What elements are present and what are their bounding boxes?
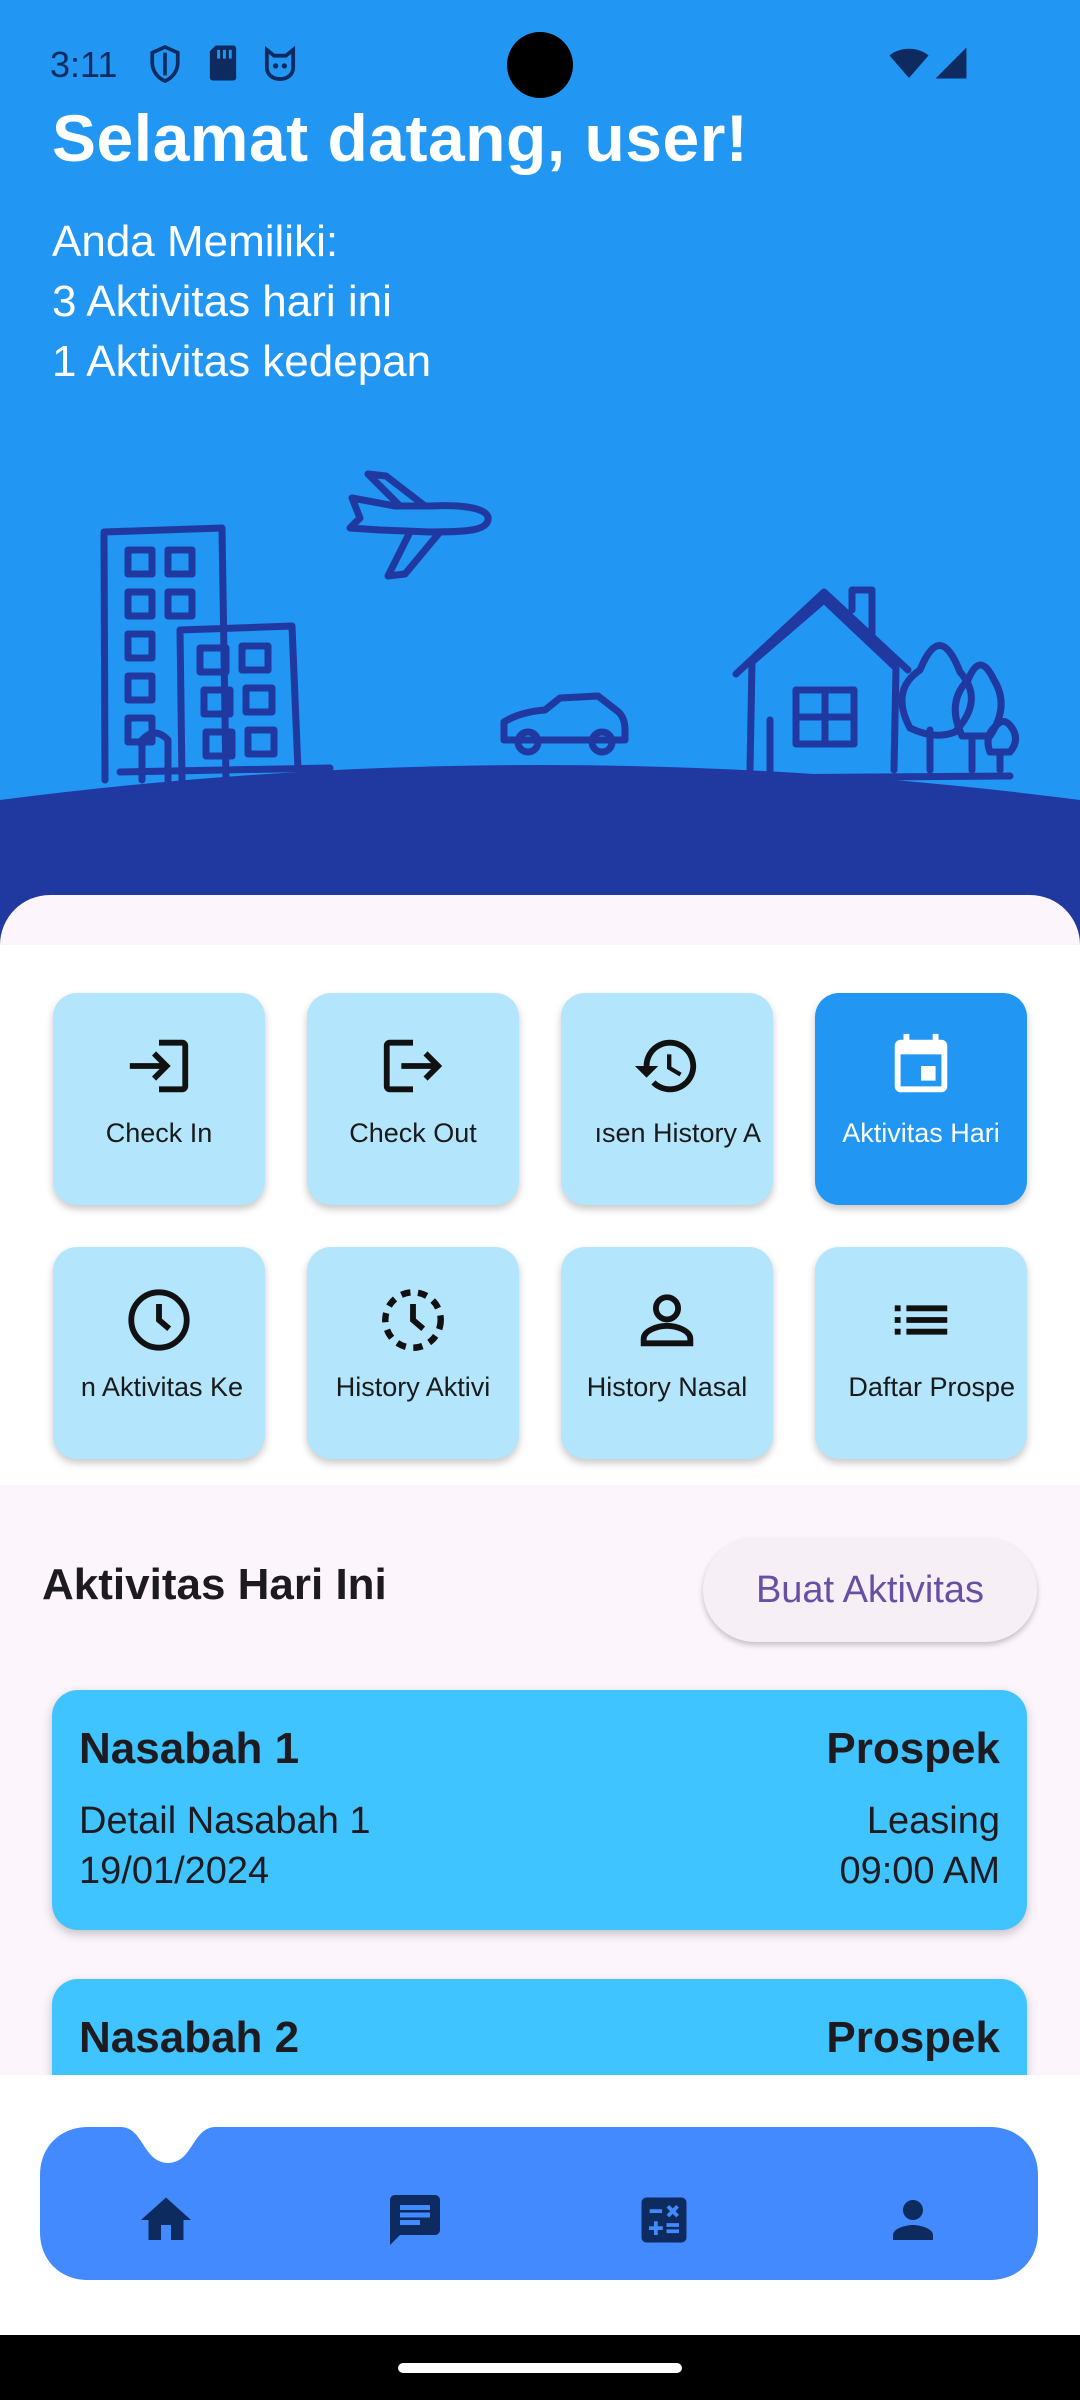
activity-card[interactable]: Nasabah 1 Prospek Detail Nasabah 1 Leasi… (52, 1690, 1027, 1930)
tile-aktivitas-kedepan[interactable]: n Aktivitas Ke (53, 1247, 265, 1459)
camera-cutout (507, 32, 573, 98)
nav-calculator[interactable] (634, 2190, 694, 2250)
shield-icon (150, 44, 180, 83)
card-time: 09:00 AM (839, 1850, 1000, 1892)
window (124, 546, 156, 578)
tile-label: n Aktivitas Ke (80, 1372, 243, 1402)
login-icon (129, 1039, 189, 1093)
list-icon (894, 1305, 948, 1335)
clock-icon (128, 1289, 190, 1351)
tile-history-aktivitas[interactable]: History Aktivi (307, 1247, 519, 1459)
tree (898, 642, 975, 774)
tile-check-in[interactable]: Check In (53, 993, 265, 1205)
history-icon (634, 1039, 697, 1093)
hero-banner: 3:11 Selamat datang, user! Anda Memiliki… (0, 0, 1080, 945)
create-activity-button[interactable]: Buat Aktivitas (703, 1538, 1037, 1642)
summary-line-1: 3 Aktivitas hari ini (52, 277, 392, 326)
card-customer-name: Nasabah 1 (79, 1724, 300, 1773)
card-type: Prospek (826, 2013, 1000, 2062)
menu-grid: Check In Check Out ısen History A Aktivi… (0, 945, 1080, 1485)
home-icon (141, 2197, 191, 2240)
tile-label: Check In (105, 1118, 213, 1148)
calculator-icon (641, 2197, 687, 2243)
cell-signal-icon (935, 47, 967, 79)
sim-card-icon (209, 45, 237, 81)
tile-label: Daftar Prospe (848, 1372, 1015, 1402)
tile-label: History Nasal (586, 1372, 748, 1402)
nav-home[interactable] (136, 2190, 196, 2250)
nav-account[interactable] (883, 2190, 943, 2250)
tile-check-out[interactable]: Check Out (307, 993, 519, 1205)
chat-icon (390, 2195, 440, 2245)
summary-line-0: Anda Memiliki: (52, 217, 339, 266)
city-illustration (0, 470, 1080, 945)
cat-face-icon (264, 45, 296, 81)
welcome-title: Selamat datang, user! (52, 101, 749, 175)
person-icon (640, 1294, 694, 1347)
card-detail: Detail Nasabah 1 (79, 1800, 371, 1842)
card-date: 19/01/2024 (79, 1850, 270, 1892)
tile-label: ısen History A (594, 1118, 761, 1148)
section-title: Aktivitas Hari Ini (42, 1560, 387, 1609)
status-time: 3:11 (50, 44, 118, 85)
wifi-icon (889, 48, 929, 78)
tile-aktivitas-hari-ini[interactable]: Aktivitas Hari (815, 993, 1027, 1205)
nav-chat[interactable] (385, 2190, 445, 2250)
logout-icon (383, 1039, 443, 1093)
calendar-icon (894, 1033, 948, 1093)
tile-absen-history[interactable]: ısen History A (561, 993, 773, 1205)
tile-label: History Aktivi (335, 1372, 491, 1402)
summary-line-2: 1 Aktivitas kedepan (52, 337, 432, 386)
account-icon (893, 2200, 933, 2240)
tile-history-nasabah[interactable]: History Nasal (561, 1247, 773, 1459)
tile-label: Check Out (349, 1118, 477, 1148)
tile-daftar-prospek[interactable]: Daftar Prospe (815, 1247, 1027, 1459)
home-gesture-handle[interactable] (398, 2363, 682, 2373)
tile-label: Aktivitas Hari (842, 1118, 1000, 1148)
activity-summary: Anda Memiliki: 3 Aktivitas hari ini 1 Ak… (52, 212, 431, 392)
card-customer-name: Nasabah 2 (79, 2013, 300, 2062)
dashed-clock-icon (382, 1289, 444, 1351)
card-category: Leasing (866, 1800, 1000, 1842)
card-type: Prospek (826, 1724, 1000, 1773)
